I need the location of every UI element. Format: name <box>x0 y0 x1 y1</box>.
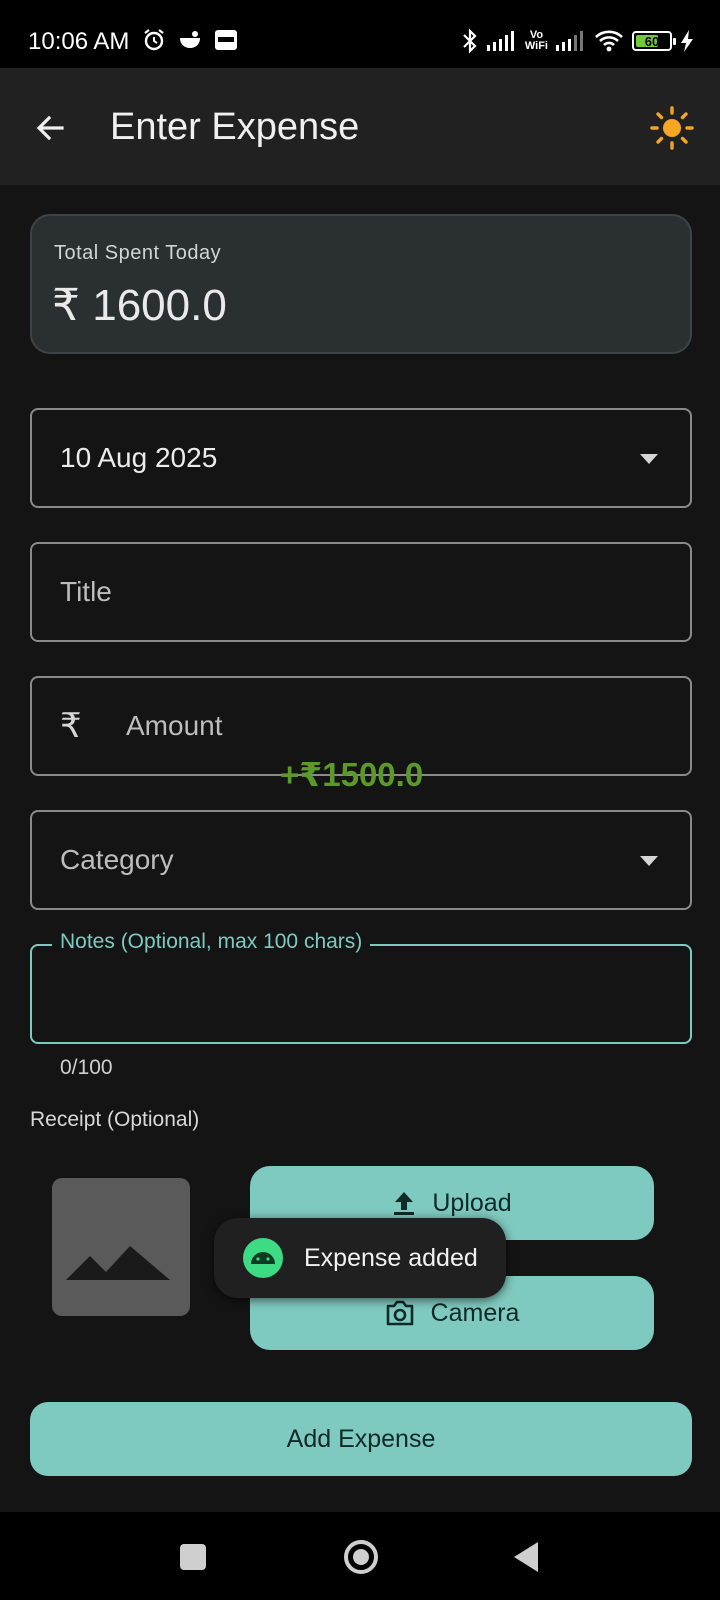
notes-input[interactable]: Notes (Optional, max 100 chars) <box>30 930 692 1044</box>
toast-text: Expense added <box>304 1243 478 1272</box>
category-placeholder: Category <box>60 844 174 875</box>
home-icon <box>353 1549 369 1565</box>
alarm-icon <box>144 29 164 51</box>
rupee-icon: ₹ <box>60 707 82 745</box>
signal-icon <box>486 31 514 51</box>
signal-icon-secondary <box>556 31 583 51</box>
vowifi-bottom: WiFi <box>524 40 548 52</box>
recents-button[interactable] <box>180 1544 206 1570</box>
total-spent-label: Total Spent Today <box>54 242 222 264</box>
title-placeholder: Title <box>60 576 112 607</box>
total-spent-value: ₹ 1600.0 <box>52 281 227 330</box>
status-bar: 10:06 AM Vo WiFi 60 <box>0 0 720 68</box>
battery-icon: 60 <box>632 31 676 51</box>
app-icon <box>215 30 237 50</box>
android-app-icon <box>243 1238 283 1278</box>
camera-icon <box>386 1300 413 1326</box>
bluetooth-icon <box>463 28 477 54</box>
wifi-icon <box>595 30 623 52</box>
total-spent-card: Total Spent Today ₹ 1600.0 <box>30 214 692 354</box>
dropdown-arrow-icon <box>640 856 658 866</box>
back-button[interactable] <box>26 104 74 152</box>
notification-icon <box>180 31 200 48</box>
upload-icon <box>394 1192 415 1215</box>
arrow-left-icon <box>36 115 64 141</box>
status-left-icons <box>142 28 238 52</box>
system-nav-bar <box>0 1512 720 1600</box>
status-right-icons: Vo WiFi 60 <box>461 28 694 54</box>
amount-placeholder: Amount <box>126 710 223 741</box>
receipt-label: Receipt (Optional) <box>30 1108 200 1131</box>
category-dropdown[interactable]: Category <box>30 810 692 910</box>
page-title: Enter Expense <box>110 106 360 148</box>
upload-label: Upload <box>432 1188 512 1217</box>
notes-char-counter: 0/100 <box>60 1056 113 1079</box>
charging-icon <box>681 30 693 52</box>
system-back-button[interactable] <box>514 1542 538 1572</box>
added-amount-animation: +₹1500.0 <box>280 756 424 793</box>
status-time: 10:06 AM <box>28 28 130 55</box>
toast-message: Expense added <box>214 1218 506 1298</box>
add-expense-button[interactable]: Add Expense <box>30 1402 692 1476</box>
battery-level: 60 <box>644 33 660 49</box>
vowifi-icon: Vo WiFi <box>525 30 548 52</box>
app-bar: Enter Expense <box>0 68 720 185</box>
home-button[interactable] <box>344 1540 378 1574</box>
add-expense-label: Add Expense <box>286 1424 436 1453</box>
sun-icon <box>650 106 694 150</box>
dropdown-arrow-icon <box>640 454 658 464</box>
date-value: 10 Aug 2025 <box>60 442 218 473</box>
notes-label: Notes (Optional, max 100 chars) <box>52 930 371 954</box>
receipt-thumbnail <box>52 1178 190 1316</box>
date-picker-field[interactable]: 10 Aug 2025 <box>30 408 692 508</box>
title-input[interactable]: Title <box>30 542 692 642</box>
camera-label: Camera <box>430 1298 520 1327</box>
theme-toggle-button[interactable] <box>646 102 698 154</box>
image-placeholder-icon <box>66 1246 170 1280</box>
